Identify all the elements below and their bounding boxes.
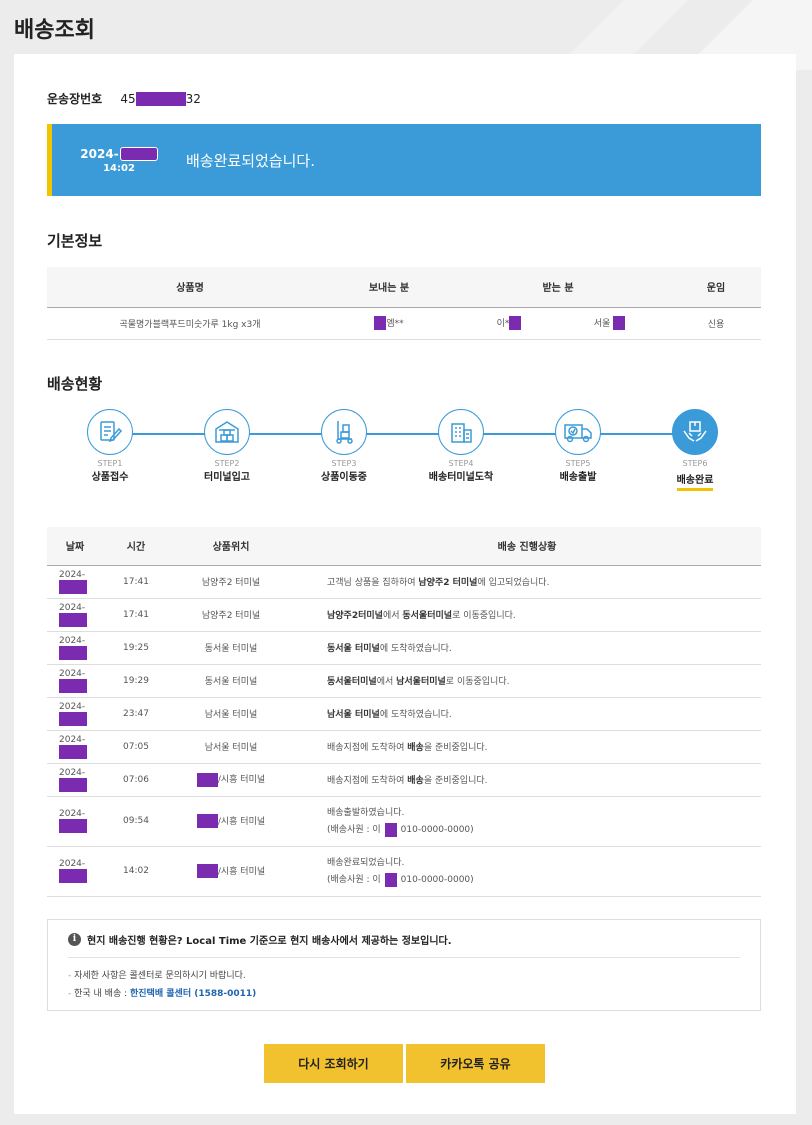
receipt-pen-icon [87, 409, 133, 455]
table-row: 2024- 17:41 남양주2 터미널 고객님 상품을 집하하여 남양주2 터… [47, 565, 761, 599]
step-2: STEP2 터미널입고 [172, 409, 282, 483]
header-sender: 보내는 분 [333, 267, 445, 308]
redaction-mask [59, 645, 87, 660]
page-title: 배송조회 [14, 18, 95, 43]
status-message: 배송완료되었습니다. [186, 151, 315, 170]
warehouse-icon [204, 409, 250, 455]
step-4: STEP4 배송터미널도착 [406, 409, 516, 483]
redaction-mask [59, 869, 87, 883]
redaction-mask [374, 316, 387, 331]
waybill-value: 45 32 [120, 92, 201, 106]
notice-headline: 현지 배송진행 현황은? Local Time 기준으로 현지 배송사에서 제공… [87, 936, 452, 947]
header-product: 상품명 [47, 267, 333, 308]
status-datetime: 2024- 14:02 [52, 146, 186, 174]
header-receiver: 받는 분 [445, 267, 671, 308]
info-icon: i [68, 933, 81, 946]
tracking-panel: 운송장번호 45 32 2024- 14:02 배송완료되었습니다. 기본정보 상… [14, 54, 796, 1114]
table-row: 2024- 19:29 동서울 터미널 동서울터미널에서 남서울터미널로 이동중… [47, 664, 761, 698]
step-1: STEP1 상품접수 [55, 409, 165, 483]
fee-type: 신용 [671, 307, 761, 340]
redaction-mask [59, 777, 87, 792]
waybill-label: 운송장번호 [47, 92, 103, 106]
redaction-mask [59, 744, 87, 759]
redaction-mask [196, 814, 218, 829]
redaction-mask [59, 819, 87, 833]
redaction-mask [59, 612, 87, 627]
step-label: 터미널입고 [204, 472, 250, 483]
step-5: STEP5 배송출발 [523, 409, 633, 483]
step-label-active: 배송완료 [676, 471, 714, 491]
redaction-mask [59, 711, 87, 726]
tracking-table: 날짜 시간 상품위치 배송 진행상황 2024- 17:41 남양주2 터미널 … [47, 527, 761, 897]
notice-box: i 현지 배송진행 현황은? Local Time 기준으로 현지 배송사에서 … [47, 919, 761, 1011]
delivery-status-banner: 2024- 14:02 배송완료되었습니다. [47, 124, 761, 196]
table-row: 2024- 23:47 남서울 터미널 남서울 터미널에 도착하였습니다. [47, 697, 761, 731]
redaction-mask [384, 822, 397, 837]
kakao-share-button[interactable]: 카카오톡 공유 [406, 1044, 545, 1083]
retry-button[interactable]: 다시 조회하기 [264, 1044, 403, 1083]
redaction-mask [59, 678, 87, 693]
header-time: 시간 [103, 527, 169, 566]
header-fee: 운임 [671, 267, 761, 308]
step-3: STEP3 상품이동중 [289, 409, 399, 483]
table-row: 2024- 09:54 /시흥 터미널 배송출발하였습니다. (배송사원 : 이… [47, 796, 761, 847]
table-row: 2024- 17:41 남양주2 터미널 남양주2터미널에서 동서울터미널로 이… [47, 598, 761, 632]
building-icon [438, 409, 484, 455]
notice-item: 자세한 사항은 콜센터로 문의하시기 바랍니다. [68, 968, 740, 981]
action-buttons: 다시 조회하기 카카오톡 공유 [264, 1044, 545, 1083]
hands-box-icon [672, 409, 718, 455]
sender-name: 엠** [333, 307, 445, 340]
table-row: 2024- 19:25 동서울 터미널 동서울 터미널에 도착하였습니다. [47, 631, 761, 665]
redaction-mask [135, 92, 186, 106]
redaction-mask [196, 864, 218, 879]
redaction-mask [196, 772, 218, 787]
step-6: STEP6 배송완료 [640, 409, 750, 491]
header-status: 배송 진행상황 [293, 527, 761, 566]
redaction-mask [384, 872, 397, 887]
table-row: 2024- 07:05 남서울 터미널 배송지점에 도착하여 배송을 준비중입니… [47, 730, 761, 764]
table-row: 곡물명가블랙푸드미숫가루 1kg x3개 엠** 이* 서울 신용 [47, 307, 761, 340]
table-row: 2024- 07:06 /시흥 터미널 배송지점에 도착하여 배송을 준비중입니… [47, 763, 761, 797]
step-label: 상품이동중 [321, 472, 367, 483]
redaction-mask [59, 579, 87, 594]
table-row: 2024- 14:02 /시흥 터미널 배송완료되었습니다. (배송사원 : 이… [47, 846, 761, 897]
step-label: 상품접수 [91, 472, 129, 483]
progress-steps: STEP1 상품접수 STEP2 터미널입고 STEP3 상품이동중 STEP4… [47, 409, 761, 499]
product-name: 곡물명가블랙푸드미숫가루 1kg x3개 [47, 307, 333, 340]
progress-title: 배송현황 [47, 375, 103, 393]
receiver-info: 이* 서울 [445, 307, 671, 340]
notice-item: 한국 내 배송 : 한진택배 콜센터 (1588-0011) [68, 986, 740, 999]
hand-truck-icon [321, 409, 367, 455]
step-label: 배송출발 [559, 472, 597, 483]
redaction-mask [509, 316, 522, 331]
basic-info-title: 기본정보 [47, 232, 103, 250]
redaction-mask [119, 146, 158, 161]
waybill-number: 운송장번호 45 32 [47, 90, 201, 107]
basic-info-table: 상품명 보내는 분 받는 분 운임 곡물명가블랙푸드미숫가루 1kg x3개 엠… [47, 267, 761, 340]
call-center-link[interactable]: 한진택배 콜센터 (1588-0011) [130, 989, 256, 999]
step-label: 배송터미널도착 [428, 472, 494, 483]
header-date: 날짜 [47, 527, 103, 566]
status-time: 14:02 [103, 162, 135, 174]
redaction-mask [613, 316, 626, 331]
delivery-truck-icon [555, 409, 601, 455]
header-location: 상품위치 [169, 527, 293, 566]
